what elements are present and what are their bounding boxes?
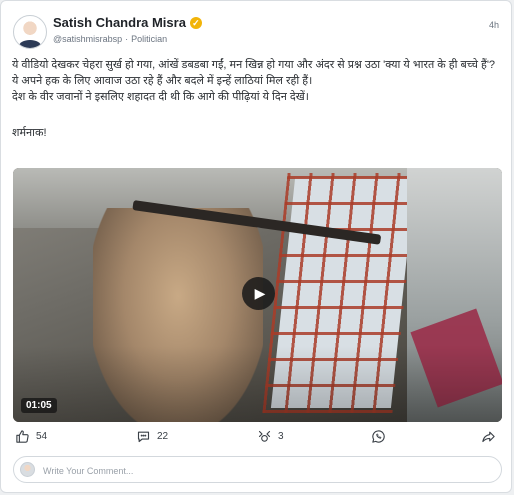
whatsapp-share-button[interactable] bbox=[371, 429, 386, 444]
post-header: Satish Chandra Misra ✓ @satishmisrabsp · P… bbox=[13, 14, 499, 50]
play-button[interactable]: ▶ bbox=[242, 277, 275, 310]
post-timestamp: 4h bbox=[488, 20, 499, 30]
repost-icon bbox=[258, 430, 271, 442]
post-paragraph: ये अपने हक के लिए आवाज उठा रहे हैं और बद… bbox=[12, 75, 313, 87]
whatsapp-icon bbox=[372, 430, 385, 443]
video-player[interactable]: ▶ 01:05 bbox=[13, 168, 502, 422]
thumbs-up-icon bbox=[16, 430, 29, 443]
author-name[interactable]: Satish Chandra Misra bbox=[53, 15, 186, 30]
author-avatar[interactable] bbox=[13, 15, 47, 49]
video-duration-badge: 01:05 bbox=[21, 398, 57, 413]
comment-input[interactable] bbox=[41, 461, 485, 481]
separator-dot: · bbox=[125, 34, 129, 44]
post-actions-bar: 54 22 3 bbox=[13, 429, 503, 449]
post-card: Satish Chandra Misra ✓ @satishmisrabsp · P… bbox=[0, 0, 512, 493]
comment-button[interactable]: 22 bbox=[136, 429, 168, 444]
share-button[interactable] bbox=[481, 429, 496, 444]
author-meta: @satishmisrabsp · Politician bbox=[53, 34, 167, 44]
author-name-row: Satish Chandra Misra ✓ bbox=[53, 15, 202, 30]
repost-button[interactable]: 3 bbox=[257, 429, 284, 444]
post-paragraph: देश के वीर जवानों ने इसलिए शहादत दी थी क… bbox=[12, 91, 309, 103]
author-handle[interactable]: @satishmisrabsp bbox=[53, 34, 122, 44]
post-closing-line: शर्मनाक! bbox=[12, 127, 47, 139]
share-arrow-icon bbox=[482, 431, 495, 443]
post-body: ये वीडियो देखकर चेहरा सुर्ख हो गया, आंखे… bbox=[12, 57, 502, 141]
comment-count: 22 bbox=[157, 431, 169, 442]
author-role: Politician bbox=[131, 34, 168, 44]
user-avatar bbox=[20, 462, 35, 477]
verified-badge-icon: ✓ bbox=[189, 16, 202, 29]
play-icon: ▶ bbox=[254, 285, 266, 301]
like-count: 54 bbox=[36, 431, 48, 442]
post-paragraph: ये वीडियो देखकर चेहरा सुर्ख हो गया, आंखे… bbox=[12, 59, 496, 71]
like-button[interactable]: 54 bbox=[15, 429, 47, 444]
comment-bubble-icon bbox=[137, 431, 150, 443]
repost-count: 3 bbox=[278, 431, 284, 442]
comment-box bbox=[13, 456, 502, 483]
